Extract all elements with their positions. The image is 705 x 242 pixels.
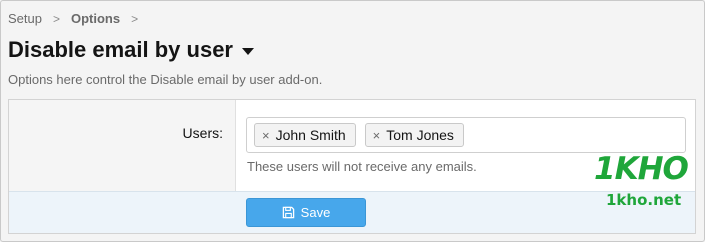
user-token-label: John Smith [275,127,346,143]
remove-token-icon[interactable]: × [262,129,270,142]
users-hint: These users will not receive any emails. [247,159,477,174]
breadcrumb-setup[interactable]: Setup [8,11,42,26]
floppy-disk-icon [282,206,294,219]
user-token: × Tom Jones [364,123,464,147]
save-button[interactable]: Save [246,198,366,227]
label-column: Users: [9,100,236,191]
chevron-right-icon: > [131,11,139,26]
users-label: Users: [182,125,223,141]
save-button-label: Save [300,205,331,220]
options-panel: Users: × John Smith × Tom Jones These us… [8,99,696,234]
form-footer: Save [9,191,695,233]
user-token-label: Tom Jones [386,127,454,143]
caret-down-icon[interactable] [242,47,254,55]
breadcrumb-options[interactable]: Options [71,11,120,26]
remove-token-icon[interactable]: × [373,129,381,142]
chevron-right-icon: > [52,11,60,26]
user-token: × John Smith [254,123,356,147]
page-title: Disable email by user [8,37,233,62]
breadcrumb: Setup > Options > [8,11,149,26]
users-token-input[interactable]: × John Smith × Tom Jones [246,117,686,153]
page-description: Options here control the Disable email b… [8,72,323,87]
title-row: Disable email by user [8,37,254,63]
